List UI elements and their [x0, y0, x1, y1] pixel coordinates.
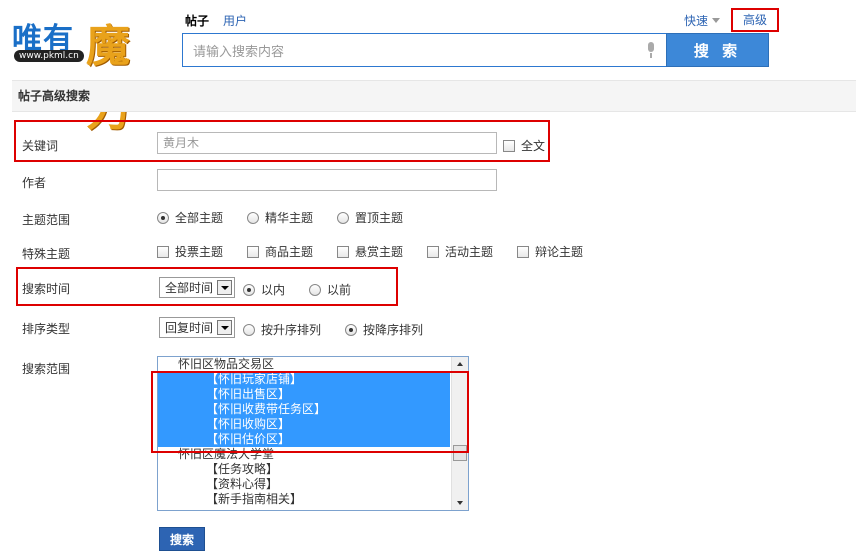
special-topic-activity-label: 活动主题	[445, 245, 494, 259]
search-time-before-radio[interactable]	[309, 283, 321, 296]
sort-descending-label: 按降序排列	[363, 323, 424, 337]
keyword-label: 关键词	[22, 139, 59, 153]
keyword-input[interactable]: 黄月木	[157, 132, 497, 154]
advanced-search-link[interactable]: 高级	[731, 8, 779, 32]
special-topic-reward-checkbox[interactable]	[337, 245, 349, 258]
list-item[interactable]: 怀旧区魔法大学堂	[158, 447, 468, 462]
search-time-label: 搜索时间	[22, 282, 71, 296]
search-time-value: 全部时间	[165, 281, 214, 295]
author-input[interactable]	[157, 169, 497, 191]
search-range-label: 搜索范围	[22, 362, 71, 376]
list-item[interactable]: 【怀旧玩家店铺】	[158, 372, 450, 387]
search-time-within-radio[interactable]	[243, 283, 255, 296]
site-logo[interactable]: 唯有 魔力 www.pkml.cn	[10, 10, 160, 136]
sort-ascending[interactable]: 按升序排列	[243, 321, 321, 338]
search-time-before-label: 以前	[327, 283, 352, 297]
search-bar: 请输入搜索内容 搜 索	[182, 33, 769, 67]
chevron-down-icon	[712, 18, 721, 23]
fulltext-checkbox[interactable]	[503, 139, 515, 152]
logo-text-right: 魔力	[86, 21, 130, 136]
tab-users[interactable]: 用户	[223, 12, 247, 29]
fulltext-label: 全文	[521, 139, 546, 153]
sort-ascending-radio[interactable]	[243, 323, 255, 336]
logo-url: www.pkml.cn	[14, 50, 84, 62]
list-item[interactable]: 怀旧区物品交易区	[158, 357, 468, 372]
topic-scope-sticky[interactable]: 置顶主题	[337, 209, 403, 226]
submit-search-button[interactable]: 搜索	[159, 527, 205, 551]
special-topic-poll-checkbox[interactable]	[157, 245, 169, 258]
list-item[interactable]: 【怀旧估价区】	[158, 432, 450, 447]
search-input[interactable]: 请输入搜索内容	[182, 33, 666, 67]
special-topic-trade-checkbox[interactable]	[247, 245, 259, 258]
topic-scope-all-radio[interactable]	[157, 211, 169, 224]
sort-type-value: 回复时间	[165, 321, 214, 335]
search-type-tabs: 帖子 用户	[185, 12, 247, 29]
list-item[interactable]: 【任务攻略】	[158, 462, 468, 477]
topic-scope-digest-label: 精华主题	[265, 211, 314, 225]
chevron-down-icon[interactable]	[217, 320, 232, 335]
sort-type-select[interactable]: 回复时间	[159, 317, 235, 338]
special-topic-trade-label: 商品主题	[265, 245, 314, 259]
special-topics-label: 特殊主题	[22, 247, 71, 261]
search-time-before[interactable]: 以前	[309, 281, 351, 298]
special-topic-activity-checkbox[interactable]	[427, 245, 439, 258]
topic-scope-label: 主题范围	[22, 213, 71, 227]
microphone-icon[interactable]	[646, 42, 656, 58]
special-topic-debate-checkbox[interactable]	[517, 245, 529, 258]
topic-scope-all-label: 全部主题	[175, 211, 224, 225]
panel-title: 帖子高级搜索	[12, 80, 856, 112]
special-topic-reward[interactable]: 悬赏主题	[337, 243, 403, 260]
tab-posts[interactable]: 帖子	[185, 12, 209, 29]
topic-scope-all[interactable]: 全部主题	[157, 209, 223, 226]
topic-scope-sticky-radio[interactable]	[337, 211, 349, 224]
search-placeholder: 请输入搜索内容	[193, 44, 285, 60]
chevron-down-icon[interactable]	[217, 280, 232, 295]
scroll-down-icon[interactable]	[452, 496, 468, 510]
search-time-select[interactable]: 全部时间	[159, 277, 235, 298]
sort-ascending-label: 按升序排列	[261, 323, 322, 337]
search-range-listbox[interactable]: 怀旧区物品交易区 【怀旧玩家店铺】 【怀旧出售区】 【怀旧收费带任务区】 【怀旧…	[157, 356, 469, 511]
list-item[interactable]: 【怀旧出售区】	[158, 387, 450, 402]
quick-search-dropdown[interactable]: 快速	[684, 12, 721, 29]
listbox-scrollbar[interactable]	[451, 357, 468, 510]
list-item[interactable]: 【新手指南相关】	[158, 492, 468, 507]
sort-type-label: 排序类型	[22, 322, 71, 336]
list-item[interactable]: 【资料心得】	[158, 477, 468, 492]
list-item[interactable]: 【怀旧收购区】	[158, 417, 450, 432]
special-topic-trade[interactable]: 商品主题	[247, 243, 313, 260]
scrollbar-thumb[interactable]	[453, 445, 467, 461]
topic-scope-sticky-label: 置顶主题	[355, 211, 404, 225]
special-topic-activity[interactable]: 活动主题	[427, 243, 493, 260]
search-time-within-label: 以内	[261, 283, 286, 297]
topic-scope-digest[interactable]: 精华主题	[247, 209, 313, 226]
special-topic-debate-label: 辩论主题	[535, 245, 584, 259]
topic-scope-digest-radio[interactable]	[247, 211, 259, 224]
author-label: 作者	[22, 176, 47, 190]
special-topic-debate[interactable]: 辩论主题	[517, 243, 583, 260]
special-topic-poll-label: 投票主题	[175, 245, 224, 259]
special-topic-poll[interactable]: 投票主题	[157, 243, 223, 260]
sort-descending-radio[interactable]	[345, 323, 357, 336]
sort-descending[interactable]: 按降序排列	[345, 321, 423, 338]
fulltext-option[interactable]: 全文	[503, 137, 545, 154]
list-item[interactable]: 【怀旧收费带任务区】	[158, 402, 450, 417]
search-time-within[interactable]: 以内	[243, 281, 285, 298]
search-button[interactable]: 搜 索	[666, 33, 769, 67]
special-topic-reward-label: 悬赏主题	[355, 245, 404, 259]
scroll-up-icon[interactable]	[452, 357, 468, 371]
quick-search-label: 快速	[684, 14, 709, 28]
